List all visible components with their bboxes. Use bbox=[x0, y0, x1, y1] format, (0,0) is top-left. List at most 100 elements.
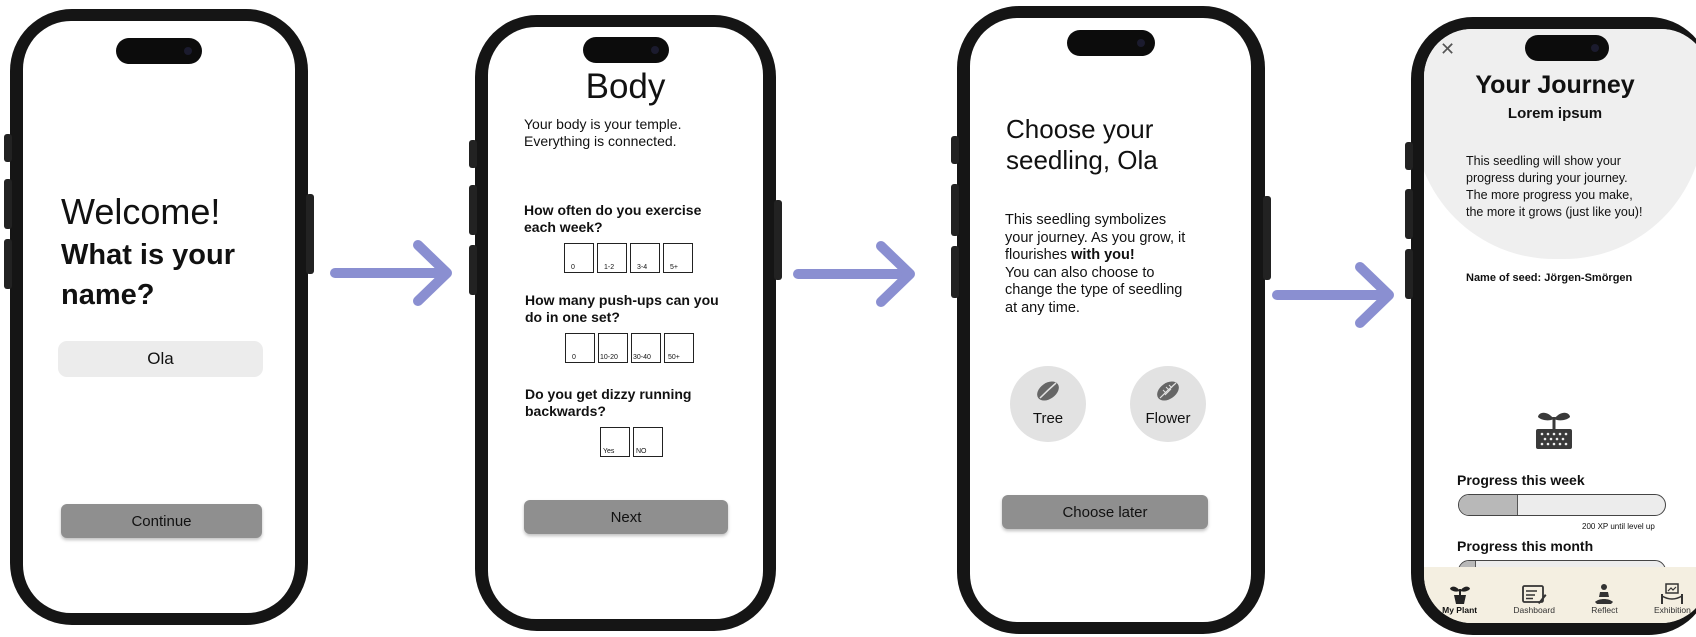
progress-week-bar bbox=[1458, 494, 1666, 516]
cocoa-bean-icon bbox=[1157, 381, 1179, 401]
text-line: The more progress you make, bbox=[1466, 188, 1633, 202]
progress-week-label: Progress this week bbox=[1457, 472, 1585, 488]
text-line: This seedling will show your bbox=[1466, 154, 1621, 168]
option-label: 0 bbox=[571, 264, 575, 271]
option-box[interactable]: Yes bbox=[600, 427, 630, 457]
flow-arrow-2 bbox=[793, 241, 915, 307]
question-exercise: How often do you exercise each week? bbox=[524, 202, 701, 236]
intro-text: Your body is your temple. Everything is … bbox=[524, 116, 681, 150]
flow-arrow-3 bbox=[1272, 262, 1394, 328]
seedling-pot-icon bbox=[1536, 412, 1572, 449]
nav-label: Dashboard bbox=[1513, 605, 1555, 615]
option-box[interactable]: 50+ bbox=[664, 333, 694, 363]
option-box[interactable]: 10-20 bbox=[598, 333, 628, 363]
page-title: Your Journey bbox=[1475, 71, 1635, 99]
phone-your-journey: ✕ Your Journey Lorem ipsum This seedling… bbox=[1405, 17, 1696, 635]
text-line: your journey. As you grow, it bbox=[1005, 229, 1186, 246]
nav-item-dashboard[interactable]: Dashboard bbox=[1513, 583, 1555, 615]
nav-item-my-plant[interactable]: My Plant bbox=[1442, 583, 1477, 615]
exercise-options: 0 1-2 3-4 5+ bbox=[564, 243, 693, 273]
name-question: What is your name? bbox=[61, 235, 235, 315]
page-title: Body bbox=[585, 67, 666, 106]
option-box[interactable]: 1-2 bbox=[597, 243, 627, 273]
seed-option-label: Tree bbox=[1032, 410, 1064, 427]
text-emphasis: with you! bbox=[1071, 247, 1135, 263]
screen-your-journey: ✕ Your Journey Lorem ipsum This seedling… bbox=[1424, 29, 1696, 623]
bottom-nav: My Plant Dashboard Reflect Exhibition bbox=[1424, 567, 1696, 623]
text-line: You can also choose to bbox=[1005, 264, 1155, 281]
phone-body-quiz: Body Your body is your temple. Everythin… bbox=[469, 15, 782, 631]
nav-label: My Plant bbox=[1442, 605, 1478, 615]
question-line: Do you get dizzy running bbox=[525, 386, 692, 402]
question-line: How many push-ups can you bbox=[525, 292, 719, 308]
option-label: 1-2 bbox=[604, 264, 615, 271]
name-question-line1: What is your bbox=[61, 239, 236, 271]
flow-arrow-1 bbox=[330, 240, 452, 306]
nav-item-exhibition[interactable]: Exhibition bbox=[1654, 583, 1691, 615]
exhibition-icon bbox=[1661, 583, 1684, 604]
page-subtitle: Lorem ipsum bbox=[1507, 105, 1603, 122]
journey-description: This seedling will show your progress du… bbox=[1466, 153, 1642, 221]
progress-month-label: Progress this month bbox=[1457, 538, 1594, 554]
name-question-line2: name? bbox=[61, 279, 155, 311]
dynamic-island bbox=[582, 37, 669, 63]
seed-icon bbox=[1037, 381, 1059, 401]
option-box[interactable]: 0 bbox=[564, 243, 594, 273]
meditation-icon bbox=[1595, 584, 1614, 604]
text-line: the more it grows (just like you)! bbox=[1466, 205, 1643, 219]
dynamic-island bbox=[1066, 30, 1155, 56]
dashboard-icon bbox=[1522, 585, 1547, 604]
option-box[interactable]: 0 bbox=[565, 333, 595, 363]
welcome-heading: Welcome! bbox=[61, 191, 221, 232]
next-button[interactable]: Next bbox=[524, 500, 728, 534]
name-input[interactable] bbox=[58, 341, 263, 377]
intro-line-2: Everything is connected. bbox=[524, 133, 677, 149]
option-label: Yes bbox=[603, 448, 615, 455]
screen-body-quiz: Body Your body is your temple. Everythin… bbox=[488, 27, 763, 619]
xp-note: 200 XP until level up bbox=[1582, 522, 1655, 531]
phone-choose-seedling: Choose your seedling, Ola This seedling … bbox=[951, 6, 1271, 634]
nav-item-reflect[interactable]: Reflect bbox=[1591, 583, 1618, 615]
option-label: 30-40 bbox=[633, 354, 651, 361]
question-line: do in one set? bbox=[525, 309, 620, 325]
screen-welcome: Welcome! What is your name? Continue bbox=[23, 21, 295, 613]
page-title: Choose your seedling, Ola bbox=[1006, 114, 1158, 176]
text-fragment: flourishes bbox=[1005, 247, 1072, 263]
choose-later-button[interactable]: Choose later bbox=[1002, 495, 1208, 529]
phone-welcome: Welcome! What is your name? Continue bbox=[4, 9, 314, 625]
text-line: This seedling symbolizes bbox=[1005, 212, 1167, 228]
plant-icon bbox=[1449, 586, 1470, 604]
option-label: 50+ bbox=[668, 354, 680, 361]
nav-label: Exhibition bbox=[1654, 605, 1691, 615]
pushup-options: 0 10-20 30-40 50+ bbox=[565, 333, 694, 363]
intro-line-1: Your body is your temple. bbox=[524, 116, 682, 132]
nav-label: Reflect bbox=[1591, 605, 1618, 615]
header-background bbox=[1424, 29, 1696, 259]
option-label: 10-20 bbox=[600, 354, 618, 361]
option-box[interactable]: 3-4 bbox=[630, 243, 660, 273]
option-label: 3-4 bbox=[637, 264, 648, 271]
close-icon[interactable]: ✕ bbox=[1440, 39, 1455, 60]
option-box[interactable]: 30-40 bbox=[631, 333, 661, 363]
dynamic-island bbox=[1524, 35, 1609, 61]
text-line: flourishes with you! bbox=[1005, 247, 1185, 265]
continue-button[interactable]: Continue bbox=[61, 504, 262, 538]
seed-option-flower[interactable]: Flower bbox=[1130, 366, 1206, 442]
dynamic-island bbox=[116, 38, 202, 64]
seed-option-label: Flower bbox=[1145, 410, 1191, 427]
text-line: at any time. bbox=[1005, 299, 1080, 316]
dizzy-options: Yes NO bbox=[600, 427, 663, 457]
question-line: How often do you exercise bbox=[524, 202, 702, 218]
option-label: 0 bbox=[572, 354, 576, 361]
title-line-1: Choose your bbox=[1006, 114, 1154, 144]
option-box[interactable]: NO bbox=[633, 427, 663, 457]
seed-name: Name of seed: Jörgen-Smörgen bbox=[1466, 272, 1633, 284]
seed-option-tree[interactable]: Tree bbox=[1010, 366, 1086, 442]
option-box[interactable]: 5+ bbox=[663, 243, 693, 273]
question-dizzy: Do you get dizzy running backwards? bbox=[525, 386, 691, 420]
option-label: NO bbox=[636, 448, 647, 455]
title-line-2: seedling, Ola bbox=[1006, 145, 1158, 175]
seedling-description: This seedling symbolizes your journey. A… bbox=[1005, 212, 1185, 317]
option-label: 5+ bbox=[670, 264, 678, 271]
question-line: each week? bbox=[524, 219, 603, 235]
